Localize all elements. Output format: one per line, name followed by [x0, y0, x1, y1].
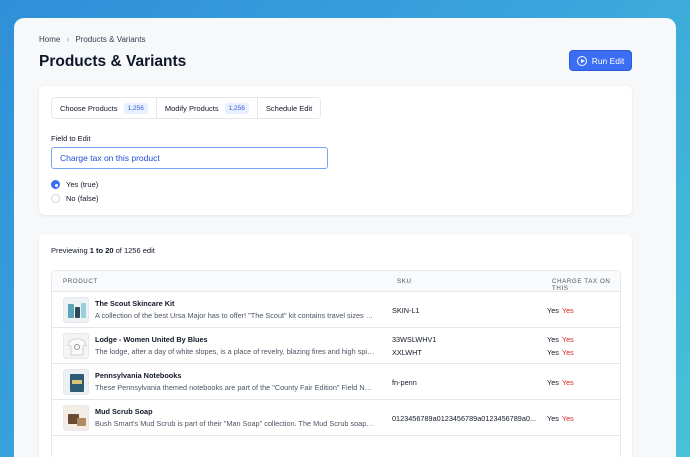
product-thumbnail — [63, 369, 89, 395]
product-thumbnail — [63, 297, 89, 323]
run-edit-label: Run Edit — [591, 55, 625, 66]
tab-choose-products[interactable]: Choose Products 1,256 — [52, 98, 157, 118]
sku-value: XXLWHT — [392, 348, 422, 357]
tab-label: Schedule Edit — [265, 103, 313, 113]
option-yes[interactable]: Yes (true) — [51, 180, 98, 189]
tab-schedule-edit[interactable]: Schedule Edit — [257, 98, 321, 118]
product-description: These Pennsylvania themed notebooks are … — [95, 383, 375, 392]
count-badge: 1,256 — [224, 102, 249, 114]
tax-change: Yes Yes — [547, 348, 574, 357]
tax-change: Yes Yes — [547, 378, 574, 387]
field-to-edit-label: Field to Edit — [51, 134, 91, 143]
tax-change: Yes Yes — [547, 306, 574, 315]
product-description: The lodge, after a day of white slopes, … — [95, 347, 375, 356]
table-row[interactable]: The Scout Skincare Kit A collection of t… — [52, 292, 620, 328]
breadcrumb-current: Products & Variants — [75, 34, 146, 44]
product-description: Bush Smart's Mud Scrub is part of their … — [95, 419, 375, 428]
table-row[interactable]: Mud Scrub Soap Bush Smart's Mud Scrub is… — [52, 400, 620, 436]
sku-value: SKIN-L1 — [392, 306, 420, 315]
product-name: Pennsylvania Notebooks — [95, 371, 182, 380]
page-title: Products & Variants — [39, 53, 187, 70]
tax-change: Yes Yes — [547, 335, 574, 344]
radio-selected-icon[interactable] — [51, 180, 60, 189]
product-name: The Scout Skincare Kit — [95, 299, 175, 308]
edit-settings-card: Choose Products 1,256 Modify Products 1,… — [39, 86, 632, 215]
count-badge: 1,256 — [123, 102, 148, 114]
table-header: PRODUCT SKU CHARGE TAX ON THIS — [52, 271, 620, 292]
header-sku: SKU — [397, 278, 412, 285]
product-name: Lodge - Women United By Blues — [95, 335, 208, 344]
preview-card: Previewing 1 to 20 of 1256 edit PRODUCT … — [39, 234, 632, 457]
tax-change: Yes Yes — [547, 414, 574, 423]
preview-summary: Previewing 1 to 20 of 1256 edit — [51, 246, 155, 255]
product-description: A collection of the best Ursa Major has … — [95, 311, 375, 320]
tab-modify-products[interactable]: Modify Products 1,256 — [156, 98, 258, 118]
option-yes-label: Yes (true) — [66, 180, 99, 189]
play-circle-icon — [576, 55, 587, 66]
app-window: Home › Products & Variants Products & Va… — [14, 18, 676, 457]
chevron-right-icon: › — [66, 34, 70, 44]
sku-value: 0123456789a0123456789a0123456789a0... — [392, 414, 537, 423]
radio-unselected-icon[interactable] — [51, 194, 60, 203]
run-edit-button[interactable]: Run Edit — [569, 50, 632, 71]
tab-label: Choose Products — [60, 103, 118, 113]
option-no[interactable]: No (false) — [51, 194, 99, 203]
sku-value: 33WSLWHV1 — [392, 335, 437, 344]
product-name: Mud Scrub Soap — [95, 407, 153, 416]
sku-value: fn-penn — [392, 378, 417, 387]
table-row[interactable]: Pennsylvania Notebooks These Pennsylvani… — [52, 364, 620, 400]
breadcrumb: Home › Products & Variants — [39, 34, 145, 44]
step-tabs: Choose Products 1,256 Modify Products 1,… — [51, 97, 322, 119]
breadcrumb-home[interactable]: Home — [39, 35, 60, 44]
table-row[interactable]: Lodge - Women United By Blues The lodge,… — [52, 328, 620, 364]
tab-label: Modify Products — [164, 103, 219, 113]
header-product: PRODUCT — [63, 278, 98, 285]
product-thumbnail — [63, 333, 89, 359]
product-thumbnail — [63, 405, 89, 431]
field-to-edit-input[interactable] — [51, 147, 328, 169]
header-charge-tax: CHARGE TAX ON THIS — [552, 278, 611, 292]
option-no-label: No (false) — [66, 194, 99, 203]
preview-table: PRODUCT SKU CHARGE TAX ON THIS The Scout… — [51, 270, 621, 457]
